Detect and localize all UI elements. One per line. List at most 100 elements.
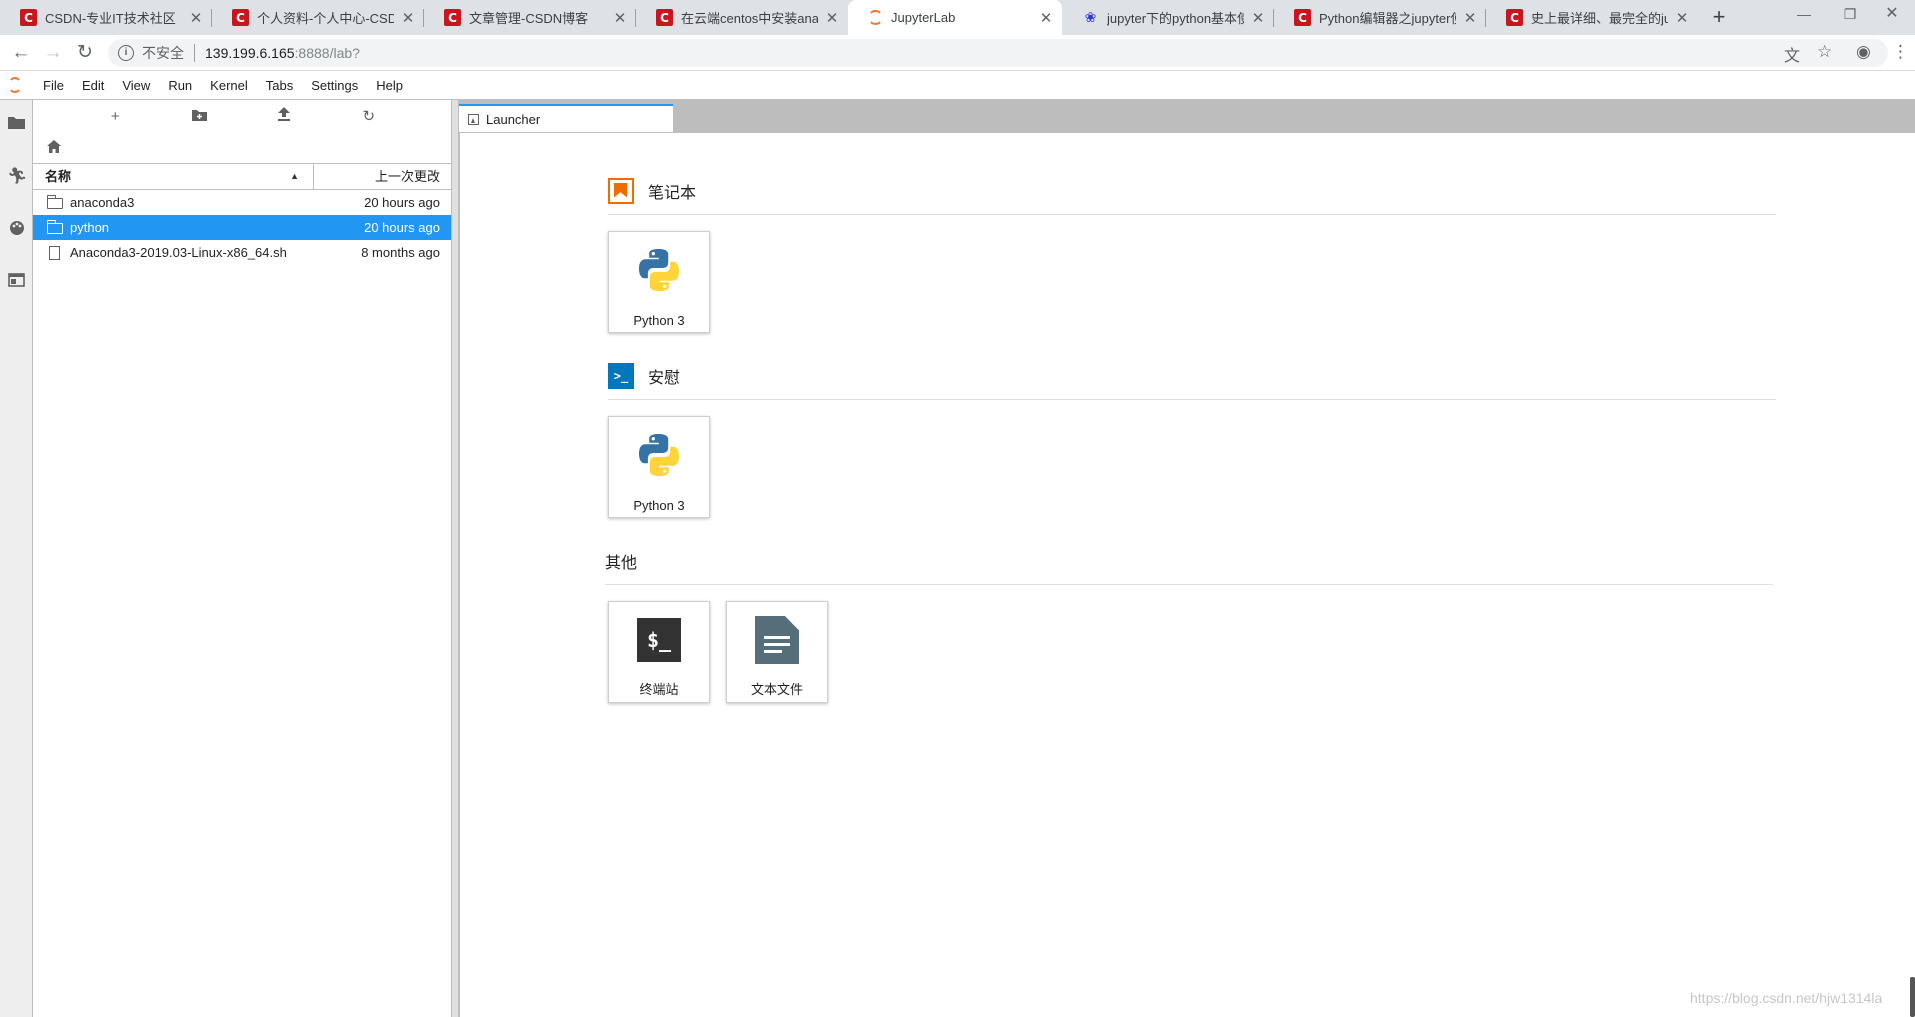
file-list-item-selected[interactable]: python 20 hours ago: [33, 215, 451, 240]
tab-launcher-label: Launcher: [486, 111, 541, 127]
reload-icon[interactable]: ↻: [72, 40, 98, 66]
scrollbar[interactable]: [1910, 977, 1915, 1017]
menu-kernel[interactable]: Kernel: [201, 71, 257, 100]
jupyter-menubar: File Edit View Run Kernel Tabs Settings …: [0, 71, 1915, 100]
menu-tabs[interactable]: Tabs: [257, 71, 302, 100]
column-modified-header[interactable]: 上一次更改: [314, 164, 451, 189]
browser-tab[interactable]: C 文章管理-CSDN博客 ✕: [424, 0, 636, 35]
close-icon[interactable]: ✕: [1250, 9, 1266, 27]
browser-tab-title: 文章管理-CSDN博客: [469, 11, 589, 26]
menu-run[interactable]: Run: [159, 71, 201, 100]
close-icon[interactable]: ✕: [1674, 9, 1690, 27]
close-icon[interactable]: ✕: [400, 9, 416, 27]
section-title: 安慰: [648, 369, 681, 387]
text-file-icon: [753, 616, 801, 664]
forward-arrow-icon[interactable]: →: [40, 40, 66, 66]
browser-tab[interactable]: C 个人资料-个人中心-CSDN ✕: [212, 0, 424, 35]
tab-launcher[interactable]: Launcher: [459, 104, 673, 132]
file-list-item[interactable]: Anaconda3-2019.03-Linux-x86_64.sh 8 mont…: [33, 240, 451, 265]
launcher-section-notebook: 笔记本 Python 3: [608, 175, 1776, 333]
file-modified: 8 months ago: [361, 245, 440, 260]
back-arrow-icon[interactable]: ←: [8, 40, 34, 66]
menu-file[interactable]: File: [34, 71, 73, 100]
launcher-card-console-python3[interactable]: Python 3: [608, 416, 710, 518]
url-path: :8888/lab?: [294, 45, 360, 61]
file-modified: 20 hours ago: [364, 195, 440, 210]
panel-splitter[interactable]: [451, 100, 459, 1017]
watermark: https://blog.csdn.net/hjw1314la: [1690, 990, 1883, 1006]
folder-icon[interactable]: [7, 115, 26, 134]
bookmark-star-icon[interactable]: ☆: [1817, 42, 1832, 62]
file-modified: 20 hours ago: [364, 220, 440, 235]
section-title: 其他: [605, 554, 638, 572]
file-name: python: [70, 220, 110, 235]
browser-tab-title: 在云端centos中安装anaco: [681, 11, 818, 26]
menu-help[interactable]: Help: [367, 71, 412, 100]
address-bar[interactable]: i 不安全 139.199.6.165 :8888/lab?: [108, 39, 1888, 67]
card-label: 文本文件: [750, 682, 803, 697]
column-name-header[interactable]: 名称 ▲: [33, 164, 314, 189]
launcher-card-terminal[interactable]: $_ 终端站: [608, 601, 710, 703]
jupyter-logo-icon: [0, 71, 30, 100]
browser-tab-active[interactable]: JupyterLab ✕: [848, 0, 1062, 35]
card-row: $_ 终端站 文本文件: [605, 585, 1773, 703]
launcher-card-notebook-python3[interactable]: Python 3: [608, 231, 710, 333]
minimize-icon[interactable]: —: [1781, 0, 1827, 30]
launcher-card-text-file[interactable]: 文本文件: [726, 601, 828, 703]
card-label: Python 3: [633, 313, 685, 328]
section-header: >_ 安慰: [608, 360, 1776, 400]
new-folder-icon[interactable]: [190, 107, 210, 127]
file-browser-toolbar: + ↻: [33, 100, 451, 133]
close-icon[interactable]: ✕: [824, 9, 840, 27]
window-close-icon[interactable]: ✕: [1869, 0, 1915, 30]
folder-icon: [47, 220, 63, 234]
csdn-icon: C: [1294, 9, 1311, 26]
csdn-icon: C: [444, 9, 461, 26]
sort-ascending-icon[interactable]: ▲: [290, 164, 299, 189]
file-list-header: 名称 ▲ 上一次更改: [33, 163, 451, 190]
browser-tab[interactable]: ❀ jupyter下的python基本使用 ✕: [1062, 0, 1274, 35]
upload-icon[interactable]: [274, 106, 294, 127]
restore-icon[interactable]: ❐: [1827, 0, 1873, 30]
new-tab-button[interactable]: +: [1706, 4, 1732, 30]
browser-tab-title: JupyterLab: [891, 10, 956, 25]
browser-tab[interactable]: C 史上最详细、最完全的jupy ✕: [1486, 0, 1698, 35]
translate-icon[interactable]: 文: [1784, 42, 1800, 66]
csdn-icon: C: [656, 9, 673, 26]
folder-icon: [47, 195, 63, 209]
launcher-icon: [468, 113, 479, 125]
browser-tab-title: 史上最详细、最完全的jupy: [1531, 11, 1668, 26]
terminal-icon: $_: [635, 616, 683, 664]
csdn-icon: C: [1506, 9, 1523, 26]
launcher-section-console: >_ 安慰 Python 3: [608, 360, 1776, 518]
browser-tab[interactable]: C CSDN-专业IT技术社区 ✕: [0, 0, 212, 35]
home-icon[interactable]: [47, 140, 61, 156]
menu-view[interactable]: View: [113, 71, 159, 100]
close-icon[interactable]: ✕: [1462, 9, 1478, 27]
card-row: Python 3: [608, 400, 1776, 518]
tabs-icon[interactable]: [7, 273, 26, 292]
browser-tab-title: 个人资料-个人中心-CSDN: [257, 11, 394, 26]
running-icon[interactable]: 🏃︎: [7, 167, 27, 186]
section-header: 笔记本: [608, 175, 1776, 215]
refresh-icon[interactable]: ↻: [359, 107, 379, 127]
launcher-section-other: 其他 $_ 终端站 文本文件: [605, 545, 1773, 703]
browser-tab-strip: C CSDN-专业IT技术社区 ✕ C 个人资料-个人中心-CSDN ✕ C 文…: [0, 0, 1915, 35]
close-icon[interactable]: ✕: [612, 9, 628, 27]
file-list-item[interactable]: anaconda3 20 hours ago: [33, 190, 451, 215]
left-activity-bar: 🏃︎: [0, 100, 33, 1017]
close-icon[interactable]: ✕: [188, 9, 204, 27]
browser-menu-icon[interactable]: ⋮: [1892, 42, 1909, 62]
browser-tab[interactable]: C 在云端centos中安装anaco ✕: [636, 0, 848, 35]
card-label: Python 3: [633, 498, 685, 513]
browser-tab[interactable]: C Python编辑器之jupyter使用 ✕: [1274, 0, 1486, 35]
menu-settings[interactable]: Settings: [302, 71, 367, 100]
new-launcher-plus-icon[interactable]: +: [105, 107, 125, 127]
file-name: Anaconda3-2019.03-Linux-x86_64.sh: [70, 245, 287, 260]
menu-edit[interactable]: Edit: [73, 71, 113, 100]
palette-icon[interactable]: [7, 220, 26, 239]
close-icon[interactable]: ✕: [1038, 9, 1054, 27]
account-avatar-icon[interactable]: ◉: [1856, 42, 1871, 62]
security-label[interactable]: 不安全: [142, 43, 184, 63]
info-icon[interactable]: i: [118, 45, 134, 61]
